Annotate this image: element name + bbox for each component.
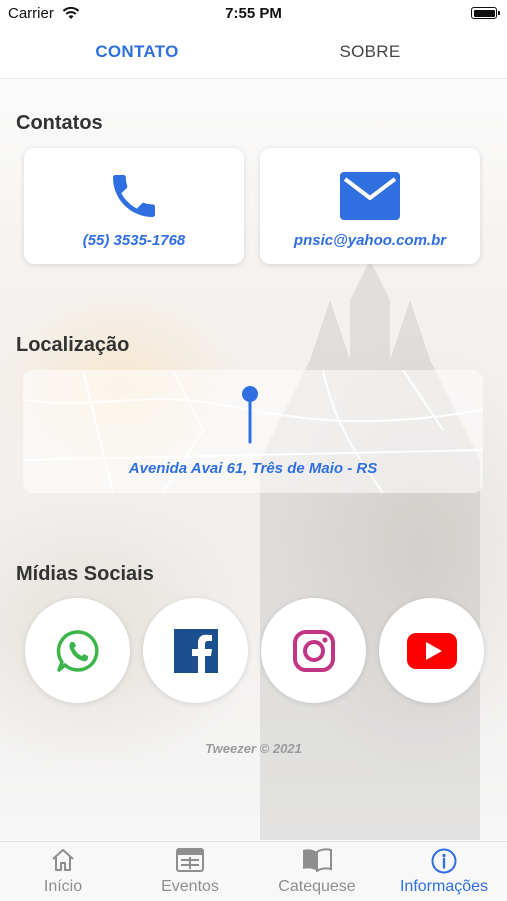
home-icon [52, 849, 74, 871]
bottom-tab-bar: Início Eventos Catequese Informações [0, 841, 507, 901]
facebook-button[interactable] [143, 598, 248, 703]
tab-inicio[interactable]: Início [0, 842, 126, 901]
tab-eventos[interactable]: Eventos [127, 842, 253, 901]
footer-copyright: Tweezer © 2021 [205, 741, 302, 756]
social-title: Mídias Sociais [16, 563, 154, 585]
email-icon [340, 172, 400, 220]
location-title: Localização [16, 334, 130, 356]
facebook-icon [173, 628, 218, 673]
tab-informacoes-label: Informações [399, 878, 489, 895]
tab-inicio-label: Início [43, 878, 83, 895]
tab-eventos-label: Eventos [161, 878, 219, 895]
battery-icon [471, 7, 500, 19]
clock: 7:55 PM [225, 5, 282, 22]
tab-catequese-label: Catequese [278, 878, 356, 895]
status-bar: Carrier 7:55 PM [0, 0, 507, 30]
info-icon [431, 848, 457, 874]
address-label[interactable]: Avenida Avai 61, Três de Maio - RS [23, 460, 483, 477]
calendar-icon [176, 848, 204, 872]
map-card[interactable]: Avenida Avai 61, Três de Maio - RS [23, 370, 483, 493]
phone-icon [113, 175, 155, 217]
tab-catequese[interactable]: Catequese [254, 842, 380, 901]
youtube-button[interactable] [379, 598, 484, 703]
instagram-button[interactable] [261, 598, 366, 703]
tab-sobre[interactable]: SOBRE [243, 42, 497, 62]
phone-number[interactable]: (55) 3535-1768 [24, 232, 244, 249]
whatsapp-button[interactable] [25, 598, 130, 703]
instagram-icon [292, 629, 335, 672]
tab-informacoes[interactable]: Informações [381, 842, 507, 901]
whatsapp-icon [56, 629, 99, 672]
tab-contato[interactable]: CONTATO [10, 42, 264, 62]
book-icon [303, 848, 332, 872]
email-address[interactable]: pnsic@yahoo.com.br [260, 232, 480, 249]
map-pin-icon [242, 386, 258, 444]
email-card[interactable]: pnsic@yahoo.com.br [260, 148, 480, 264]
youtube-icon [406, 632, 457, 669]
contacts-title: Contatos [16, 112, 103, 134]
segment-tabs: CONTATO SOBRE [0, 30, 507, 79]
phone-card[interactable]: (55) 3535-1768 [24, 148, 244, 264]
